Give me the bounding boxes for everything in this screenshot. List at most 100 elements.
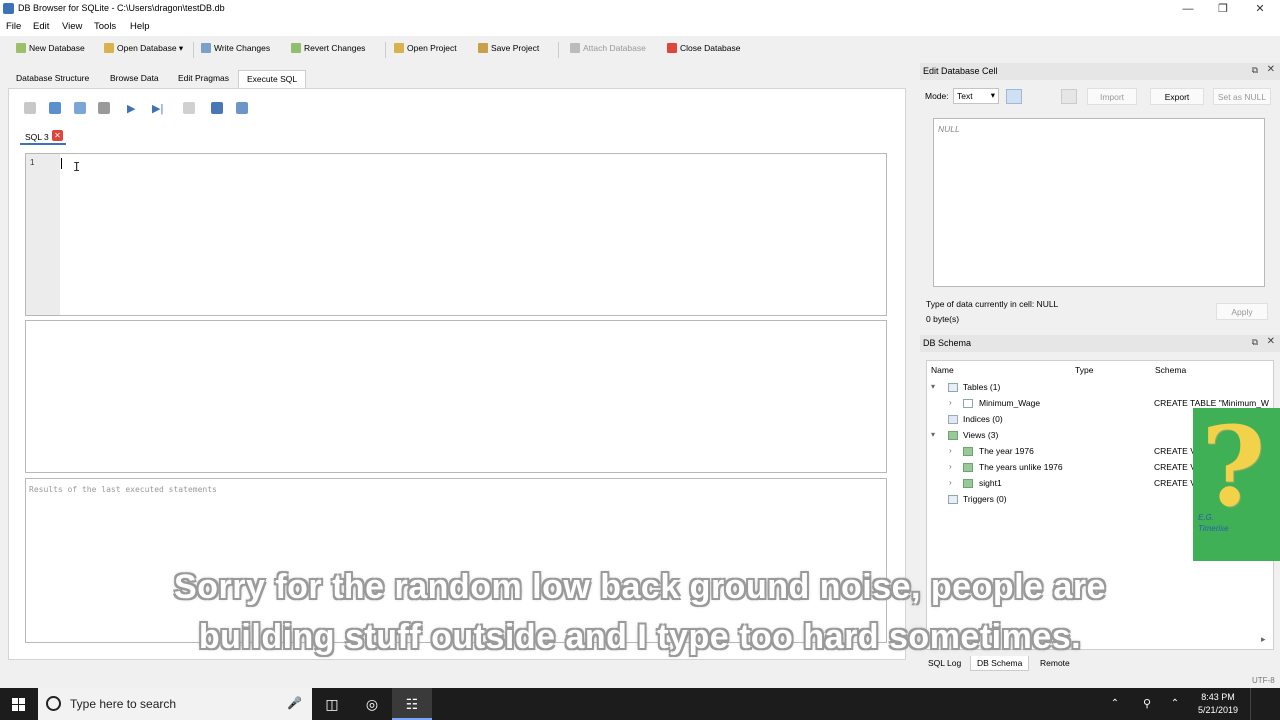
new-database-icon (16, 43, 26, 53)
triggers-icon (948, 495, 958, 504)
search-placeholder: Type here to search (70, 697, 177, 711)
views-icon (948, 431, 958, 440)
execute-line-icon[interactable]: ▶| (152, 102, 164, 115)
tree-item-views[interactable]: ▾ Views (3) (930, 428, 1180, 443)
stop-icon[interactable] (183, 102, 195, 114)
execute-all-icon[interactable]: ▶ (127, 102, 139, 115)
open-tab-icon[interactable] (24, 102, 36, 114)
auto-switch-mode-icon[interactable] (1006, 89, 1022, 104)
close-window-button[interactable]: ✕ (1242, 0, 1278, 18)
open-project-button[interactable]: Open Project (394, 43, 457, 57)
open-sql-file-icon[interactable] (49, 102, 61, 114)
view-schema-cell: CREATE V (1154, 462, 1196, 472)
find-replace-icon[interactable] (236, 102, 248, 114)
chevron-down-icon[interactable]: ▾ (931, 430, 935, 439)
float-dock-icon[interactable]: ⧉ (1252, 337, 1258, 348)
mode-select[interactable]: Text ▾ (953, 88, 999, 104)
chevron-right-icon[interactable]: › (949, 478, 952, 487)
close-dock-icon[interactable]: ✕ (1267, 64, 1275, 75)
edit-cell-dock-title: Edit Database Cell ⧉ ✕ (920, 63, 1280, 80)
save-sql-file-icon[interactable] (74, 102, 86, 114)
sql-editor[interactable]: 1 I (25, 153, 887, 316)
column-header-schema[interactable]: Schema (1155, 365, 1186, 375)
taskbar-search[interactable]: Type here to search 🎤 (38, 688, 312, 720)
column-header-type[interactable]: Type (1075, 365, 1093, 375)
main-toolbar: New Database Open Database ▾ Write Chang… (0, 38, 1280, 62)
line-number-gutter (26, 154, 60, 315)
logo-sticker: ? E.G. Timerise (1193, 408, 1280, 561)
export-button[interactable]: Export (1150, 88, 1204, 105)
task-view-icon[interactable]: ◫ (312, 688, 352, 720)
chevron-right-icon[interactable]: › (949, 462, 952, 471)
chevron-right-icon[interactable]: › (949, 446, 952, 455)
network-icon[interactable]: ⚲ (1132, 688, 1162, 720)
menu-tools[interactable]: Tools (94, 21, 116, 32)
db-browser-taskbar-icon[interactable]: ☷ (392, 688, 432, 720)
new-database-button[interactable]: New Database (16, 43, 85, 57)
save-results-icon[interactable] (211, 102, 223, 114)
float-dock-icon[interactable]: ⧉ (1252, 65, 1258, 76)
import-button[interactable]: Import (1087, 88, 1137, 105)
tree-item-triggers[interactable]: Triggers (0) (930, 492, 1180, 507)
tree-item-indices[interactable]: Indices (0) (930, 412, 1180, 427)
set-null-button[interactable]: Set as NULL (1213, 88, 1271, 105)
tray-overflow-icon[interactable]: ⌃ (1100, 688, 1130, 720)
tab-sql-log[interactable]: SQL Log (922, 656, 967, 671)
view-schema-cell: CREATE V (1154, 446, 1196, 456)
write-changes-button[interactable]: Write Changes (201, 43, 270, 57)
save-project-button[interactable]: Save Project (478, 43, 539, 57)
menu-help[interactable]: Help (130, 21, 150, 32)
indices-icon (948, 415, 958, 424)
apply-button[interactable]: Apply (1216, 303, 1268, 320)
edit-cell-title: Edit Database Cell (923, 66, 998, 76)
column-header-name[interactable]: Name (931, 365, 954, 375)
cell-editor[interactable]: NULL (933, 118, 1265, 287)
text-cursor (61, 158, 62, 169)
print-icon[interactable] (98, 102, 110, 114)
clock-time: 8:43 PM (1201, 692, 1235, 702)
results-grid[interactable] (25, 320, 887, 473)
attach-database-button[interactable]: Attach Database (570, 43, 646, 57)
tree-item-view[interactable]: › sight1 (946, 476, 1186, 491)
windows-logo-icon (12, 698, 25, 711)
menu-view[interactable]: View (62, 21, 82, 32)
restore-button[interactable]: ❐ (1205, 0, 1241, 18)
view-icon (963, 479, 973, 488)
close-dock-icon[interactable]: ✕ (1267, 336, 1275, 347)
menu-edit[interactable]: Edit (33, 21, 49, 32)
sql-tab[interactable]: SQL 3 ✕ (20, 128, 66, 145)
show-desktop-button[interactable] (1250, 688, 1280, 720)
sql-tab-label: SQL 3 (25, 132, 49, 142)
clock[interactable]: 8:43 PM 5/21/2019 (1190, 691, 1246, 717)
tree-item-view[interactable]: › The years unlike 1976 (946, 460, 1186, 475)
revert-changes-button[interactable]: Revert Changes (291, 43, 365, 57)
tab-browse-data[interactable]: Browse Data (102, 70, 167, 88)
microphone-icon[interactable]: 🎤 (287, 696, 302, 710)
close-tab-icon[interactable]: ✕ (52, 130, 63, 141)
dropdown-arrow-icon[interactable]: ▾ (179, 43, 183, 53)
tab-db-schema[interactable]: DB Schema (970, 656, 1030, 671)
menu-file[interactable]: File (6, 21, 21, 32)
tree-item-view[interactable]: › The year 1976 (946, 444, 1186, 459)
tray-chevron-icon[interactable]: ⌃ (1160, 688, 1190, 720)
tab-execute-sql[interactable]: Execute SQL (238, 70, 307, 88)
open-database-button[interactable]: Open Database ▾ (104, 43, 183, 57)
tab-database-structure[interactable]: Database Structure (8, 70, 97, 88)
minimize-button[interactable]: — (1170, 0, 1206, 18)
signature: E.G. Timerise (1198, 513, 1229, 533)
tree-item-tables[interactable]: ▾ Tables (1) (930, 380, 1180, 395)
tab-remote[interactable]: Remote (1034, 656, 1076, 671)
open-project-icon (394, 43, 404, 53)
open-database-icon (104, 43, 114, 53)
start-button[interactable] (0, 688, 38, 720)
word-wrap-icon[interactable] (1061, 89, 1077, 104)
tab-edit-pragmas[interactable]: Edit Pragmas (170, 70, 237, 88)
chevron-right-icon[interactable]: › (949, 398, 952, 407)
chevron-down-icon[interactable]: ▾ (931, 382, 935, 391)
close-database-button[interactable]: Close Database (667, 43, 740, 57)
browser-icon[interactable]: ◎ (352, 688, 392, 720)
mode-label: Mode: (925, 91, 949, 101)
schema-dock-title: DB Schema ⧉ ✕ (920, 335, 1280, 352)
tables-icon (948, 383, 958, 392)
clock-date: 5/21/2019 (1197, 705, 1239, 715)
